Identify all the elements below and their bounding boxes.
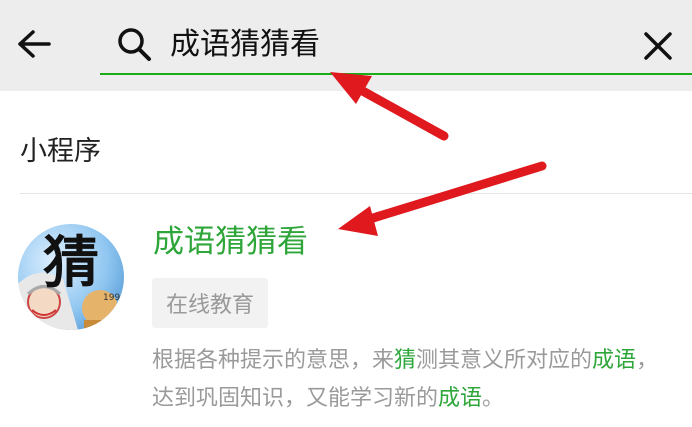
section-title: 小程序 [20,136,101,167]
search-field[interactable]: 成语猜猜看 [100,14,692,76]
search-input[interactable]: 成语猜猜看 [170,26,320,64]
description-part: 根据各种提示的意思，来 [152,348,395,373]
avatar-caption: 1991 [103,293,124,303]
description-highlight: 成语 [438,386,483,411]
arrow-left-icon [18,30,51,58]
description-highlight: 猜 [394,348,417,373]
avatar-illustration: 猜 1991 [18,231,124,330]
description-part: 测其意义所对应的 [416,348,593,373]
app-description: 根据各种提示的意思，来猜测其意义所对应的成语，达到巩固知识，又能学习新的成语。 [152,342,672,418]
close-icon [644,32,672,60]
avatar-glyph: 猜 [43,231,99,296]
app-name[interactable]: 成语猜猜看 [153,222,308,262]
search-icon [118,28,151,61]
description-highlight: 成语 [592,348,637,373]
back-button[interactable] [12,24,56,64]
mini-program-result[interactable]: 猜 1991 成语猜猜看 在线教育 根据各种提示的意思，来猜测其意义所对应的成语… [0,194,692,427]
top-bar: 成语猜猜看 [0,0,692,91]
clear-search-button[interactable] [636,24,680,68]
search-underline [100,73,692,75]
category-tag: 在线教育 [152,278,268,328]
description-part: 。 [482,386,505,411]
app-avatar[interactable]: 猜 1991 [18,224,124,330]
